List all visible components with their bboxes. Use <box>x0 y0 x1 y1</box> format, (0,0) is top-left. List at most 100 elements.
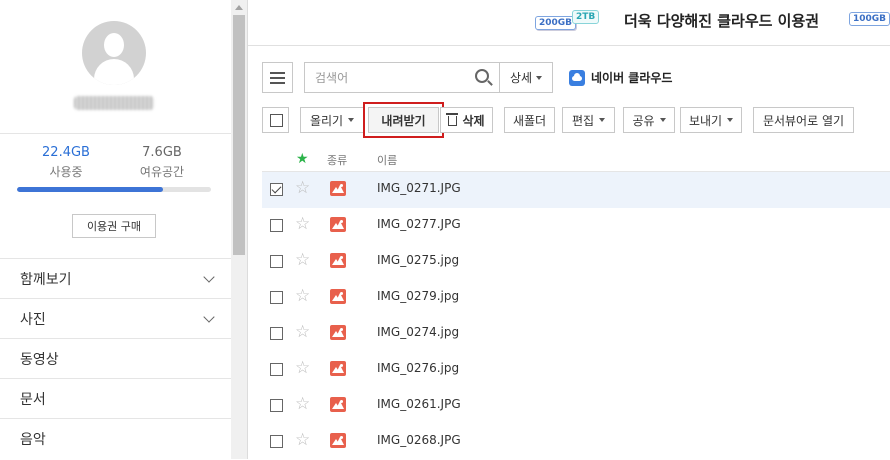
file-name[interactable]: IMG_0271.JPG <box>377 181 461 195</box>
file-list: ☆ IMG_0271.JPG ☆ IMG_0277.JPG ☆ IMG_0275.jpg ☆… <box>262 172 890 460</box>
star-icon[interactable]: ☆ <box>295 287 310 305</box>
file-name[interactable]: IMG_0276.jpg <box>377 361 459 375</box>
star-icon[interactable]: ☆ <box>295 395 310 413</box>
storage-used-value: 22.4GB <box>42 145 90 160</box>
row-checkbox[interactable] <box>270 255 283 268</box>
buy-plan-button[interactable]: 이용권 구매 <box>72 214 156 238</box>
avatar[interactable] <box>82 21 146 85</box>
sidebar-nav: 함께보기사진동영상문서음악 <box>0 258 231 458</box>
share-button[interactable]: 공유 <box>623 107 675 133</box>
file-row[interactable]: ☆ IMG_0271.JPG <box>262 172 890 208</box>
star-icon[interactable]: ☆ <box>295 323 310 341</box>
file-name[interactable]: IMG_0268.JPG <box>377 433 461 447</box>
image-file-icon <box>330 433 346 448</box>
scroll-up-arrow-icon[interactable] <box>231 0 247 14</box>
star-filter-icon[interactable]: ★ <box>296 151 309 167</box>
download-button[interactable]: 내려받기 <box>363 102 444 138</box>
naver-cloud-label: 네이버 클라우드 <box>591 71 673 85</box>
storage-free-label: 여유공간 <box>139 165 185 179</box>
upload-button[interactable]: 올리기 <box>300 107 364 133</box>
star-icon[interactable]: ☆ <box>295 179 310 197</box>
sidebar-nav-item[interactable]: 사진 <box>0 298 231 338</box>
row-checkbox[interactable] <box>270 327 283 340</box>
sidebar-nav-item[interactable]: 문서 <box>0 378 231 418</box>
star-icon[interactable]: ☆ <box>295 251 310 269</box>
column-name[interactable]: 이름 <box>377 152 397 168</box>
column-type[interactable]: 종류 <box>327 152 347 168</box>
storage-used-label: 사용중 <box>49 165 83 179</box>
file-name[interactable]: IMG_0279.jpg <box>377 289 459 303</box>
sidebar-content: 22.4GB 사용중 7.6GB 여유공간 이용권 구매 함께보기사진동영상문서… <box>0 0 231 459</box>
open-doc-viewer-button[interactable]: 문서뷰어로 열기 <box>753 107 854 133</box>
storage-free-value: 7.6GB <box>142 145 182 160</box>
sidebar: 22.4GB 사용중 7.6GB 여유공간 이용권 구매 함께보기사진동영상문서… <box>0 0 248 459</box>
edit-label: 편집 <box>571 113 595 128</box>
delete-button[interactable]: 삭제 <box>440 107 493 133</box>
send-label: 보내기 <box>688 113 723 128</box>
caret-down-icon <box>727 118 734 122</box>
sidebar-nav-item[interactable]: 함께보기 <box>0 258 231 298</box>
banner-text: 더욱 다양해진 클라우드 이용권 <box>624 12 820 30</box>
menu-hamburger-icon[interactable] <box>262 62 293 93</box>
divider <box>0 133 231 134</box>
file-name[interactable]: IMG_0261.JPG <box>377 397 461 411</box>
file-name[interactable]: IMG_0274.jpg <box>377 325 459 339</box>
row-checkbox[interactable] <box>270 435 283 448</box>
main-panel: 200GB 2TB 더욱 다양해진 클라우드 이용권 100GB 상세 네이버 … <box>248 0 890 459</box>
row-checkbox[interactable] <box>270 363 283 376</box>
naver-cloud-link[interactable]: 네이버 클라우드 <box>569 69 672 86</box>
image-file-icon <box>330 397 346 412</box>
file-row[interactable]: ☆ IMG_0268.JPG <box>262 424 890 460</box>
file-name[interactable]: IMG_0277.JPG <box>377 217 461 231</box>
search-input[interactable] <box>305 63 465 92</box>
file-row[interactable]: ☆ IMG_0277.JPG <box>262 208 890 244</box>
edit-button[interactable]: 편집 <box>562 107 615 133</box>
image-file-icon <box>330 181 346 196</box>
search-detail-dropdown[interactable]: 상세 <box>500 62 553 93</box>
banner-tag-200gb: 200GB <box>535 16 577 30</box>
file-row[interactable]: ☆ IMG_0261.JPG <box>262 388 890 424</box>
caret-down-icon <box>348 118 355 122</box>
file-row[interactable]: ☆ IMG_0275.jpg <box>262 244 890 280</box>
new-folder-label: 새폴더 <box>512 113 547 128</box>
image-file-icon <box>330 253 346 268</box>
sidebar-nav-item[interactable]: 동영상 <box>0 338 231 378</box>
row-checkbox[interactable] <box>270 291 283 304</box>
star-icon[interactable]: ☆ <box>295 215 310 233</box>
storage-free: 7.6GB 여유공간 <box>112 145 212 180</box>
row-checkbox[interactable] <box>270 399 283 412</box>
file-row[interactable]: ☆ IMG_0279.jpg <box>262 280 890 316</box>
search-icon[interactable] <box>475 69 489 83</box>
sidebar-nav-label: 문서 <box>20 391 46 408</box>
sidebar-scrollbar[interactable] <box>231 0 247 459</box>
doc-viewer-label: 문서뷰어로 열기 <box>762 113 845 128</box>
image-file-icon <box>330 361 346 376</box>
chevron-down-icon[interactable] <box>203 310 215 323</box>
star-icon[interactable]: ☆ <box>295 431 310 449</box>
file-list-header: ★ 종류 이름 <box>262 148 890 172</box>
scroll-thumb[interactable] <box>233 15 245 255</box>
storage-usage-fill <box>17 187 163 192</box>
sidebar-nav-label: 함께보기 <box>20 271 72 288</box>
new-folder-button[interactable]: 새폴더 <box>504 107 555 133</box>
file-name[interactable]: IMG_0275.jpg <box>377 253 459 267</box>
file-row[interactable]: ☆ IMG_0274.jpg <box>262 316 890 352</box>
sidebar-nav-label: 음악 <box>20 431 46 448</box>
row-checkbox[interactable] <box>270 183 283 196</box>
row-checkbox[interactable] <box>270 219 283 232</box>
banner-tag-100gb: 100GB <box>849 12 890 26</box>
select-all-checkbox[interactable] <box>262 107 289 133</box>
image-file-icon <box>330 325 346 340</box>
storage-used: 22.4GB 사용중 <box>16 145 116 180</box>
search-detail-label: 상세 <box>509 71 533 85</box>
username-blurred <box>74 96 154 110</box>
file-row[interactable]: ☆ IMG_0276.jpg <box>262 352 890 388</box>
promo-banner[interactable]: 200GB 2TB 더욱 다양해진 클라우드 이용권 100GB <box>248 0 890 46</box>
download-label: 내려받기 <box>381 113 426 128</box>
caret-down-icon <box>536 75 543 80</box>
send-button[interactable]: 보내기 <box>680 107 742 133</box>
star-icon[interactable]: ☆ <box>295 359 310 377</box>
sidebar-nav-item[interactable]: 음악 <box>0 418 231 458</box>
chevron-down-icon[interactable] <box>203 270 215 283</box>
sidebar-nav-label: 사진 <box>20 311 46 328</box>
